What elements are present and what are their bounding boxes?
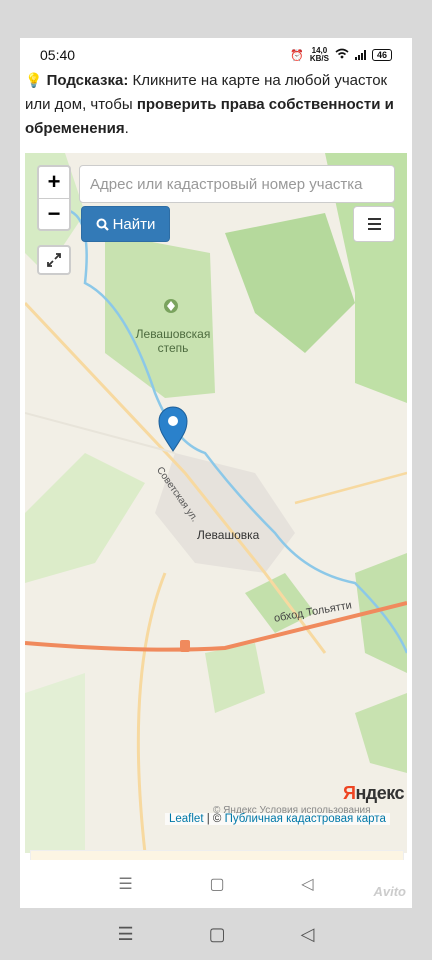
outer-navigation-bar: ☰ ▢ ◁ <box>0 908 432 960</box>
inner-navigation-bar: ☰ ▢ ◁ <box>20 860 412 908</box>
status-time: 05:40 <box>40 47 76 63</box>
minor-road <box>25 412 176 454</box>
settlement-area <box>155 453 295 573</box>
outer-home-nav-icon[interactable]: ▢ <box>209 924 226 945</box>
find-label: Найти <box>112 215 156 233</box>
leaflet-link[interactable]: Leaflet <box>169 813 204 825</box>
search-input[interactable] <box>79 165 395 203</box>
layers-menu-button[interactable] <box>353 206 395 242</box>
forest-area <box>225 213 355 353</box>
lightbulb-icon: 💡 <box>25 72 43 88</box>
menu-nav-icon[interactable]: ☰ <box>118 874 132 894</box>
forest-area <box>355 693 407 773</box>
hint-text: 💡 Подсказка: Кликните на карте на любой … <box>25 72 394 137</box>
expand-icon <box>47 253 61 267</box>
forest-area <box>105 233 215 398</box>
yandex-logo[interactable]: Яндекс <box>343 783 405 804</box>
avito-watermark: Avito <box>373 884 407 899</box>
forest-area <box>25 453 145 583</box>
map-label-levashovskaya: Левашовская степь <box>135 327 211 355</box>
alarm-icon: ⏰ <box>290 49 304 62</box>
minor-road <box>294 471 407 505</box>
zoom-in-button[interactable]: + <box>39 167 69 199</box>
zoom-control: + − <box>37 165 71 231</box>
battery-icon: 46 <box>371 49 392 61</box>
phone-screen: 05:40 ⏰ 14,0 KB/S 46 💡 Подсказка: Кликни… <box>20 38 412 908</box>
outer-back-nav-icon[interactable]: ◁ <box>301 924 315 945</box>
search-icon <box>96 218 109 231</box>
road-shield-icon <box>180 640 190 652</box>
outer-menu-nav-icon[interactable]: ☰ <box>118 924 134 945</box>
forest-area <box>205 643 265 713</box>
forest-area <box>25 673 85 853</box>
hint-label: Подсказка: <box>46 72 129 89</box>
cadastre-link[interactable]: Публичная кадастровая карта <box>225 813 386 825</box>
wifi-icon <box>335 48 349 62</box>
location-marker-icon <box>158 406 188 452</box>
map-label-levashovka: Левашовка <box>197 528 260 542</box>
status-icons: ⏰ 14,0 KB/S 46 <box>290 47 392 63</box>
menu-icon <box>367 218 381 220</box>
net-speed: 14,0 KB/S <box>309 46 329 63</box>
status-bar: 05:40 ⏰ 14,0 KB/S 46 <box>20 38 412 72</box>
home-nav-icon[interactable]: ▢ <box>209 874 224 894</box>
map-tiles <box>25 153 407 853</box>
zoom-out-button[interactable]: − <box>39 199 69 230</box>
map-canvas[interactable]: + − Найти Левашовская степь Советская ул… <box>25 153 407 853</box>
fullscreen-button[interactable] <box>37 245 71 275</box>
minor-road <box>136 572 167 853</box>
signal-icon <box>354 50 366 60</box>
find-button[interactable]: Найти <box>81 206 170 242</box>
back-nav-icon[interactable]: ◁ <box>301 874 313 894</box>
map-attribution: Leaflet | © Публичная кадастровая карта <box>165 813 390 825</box>
